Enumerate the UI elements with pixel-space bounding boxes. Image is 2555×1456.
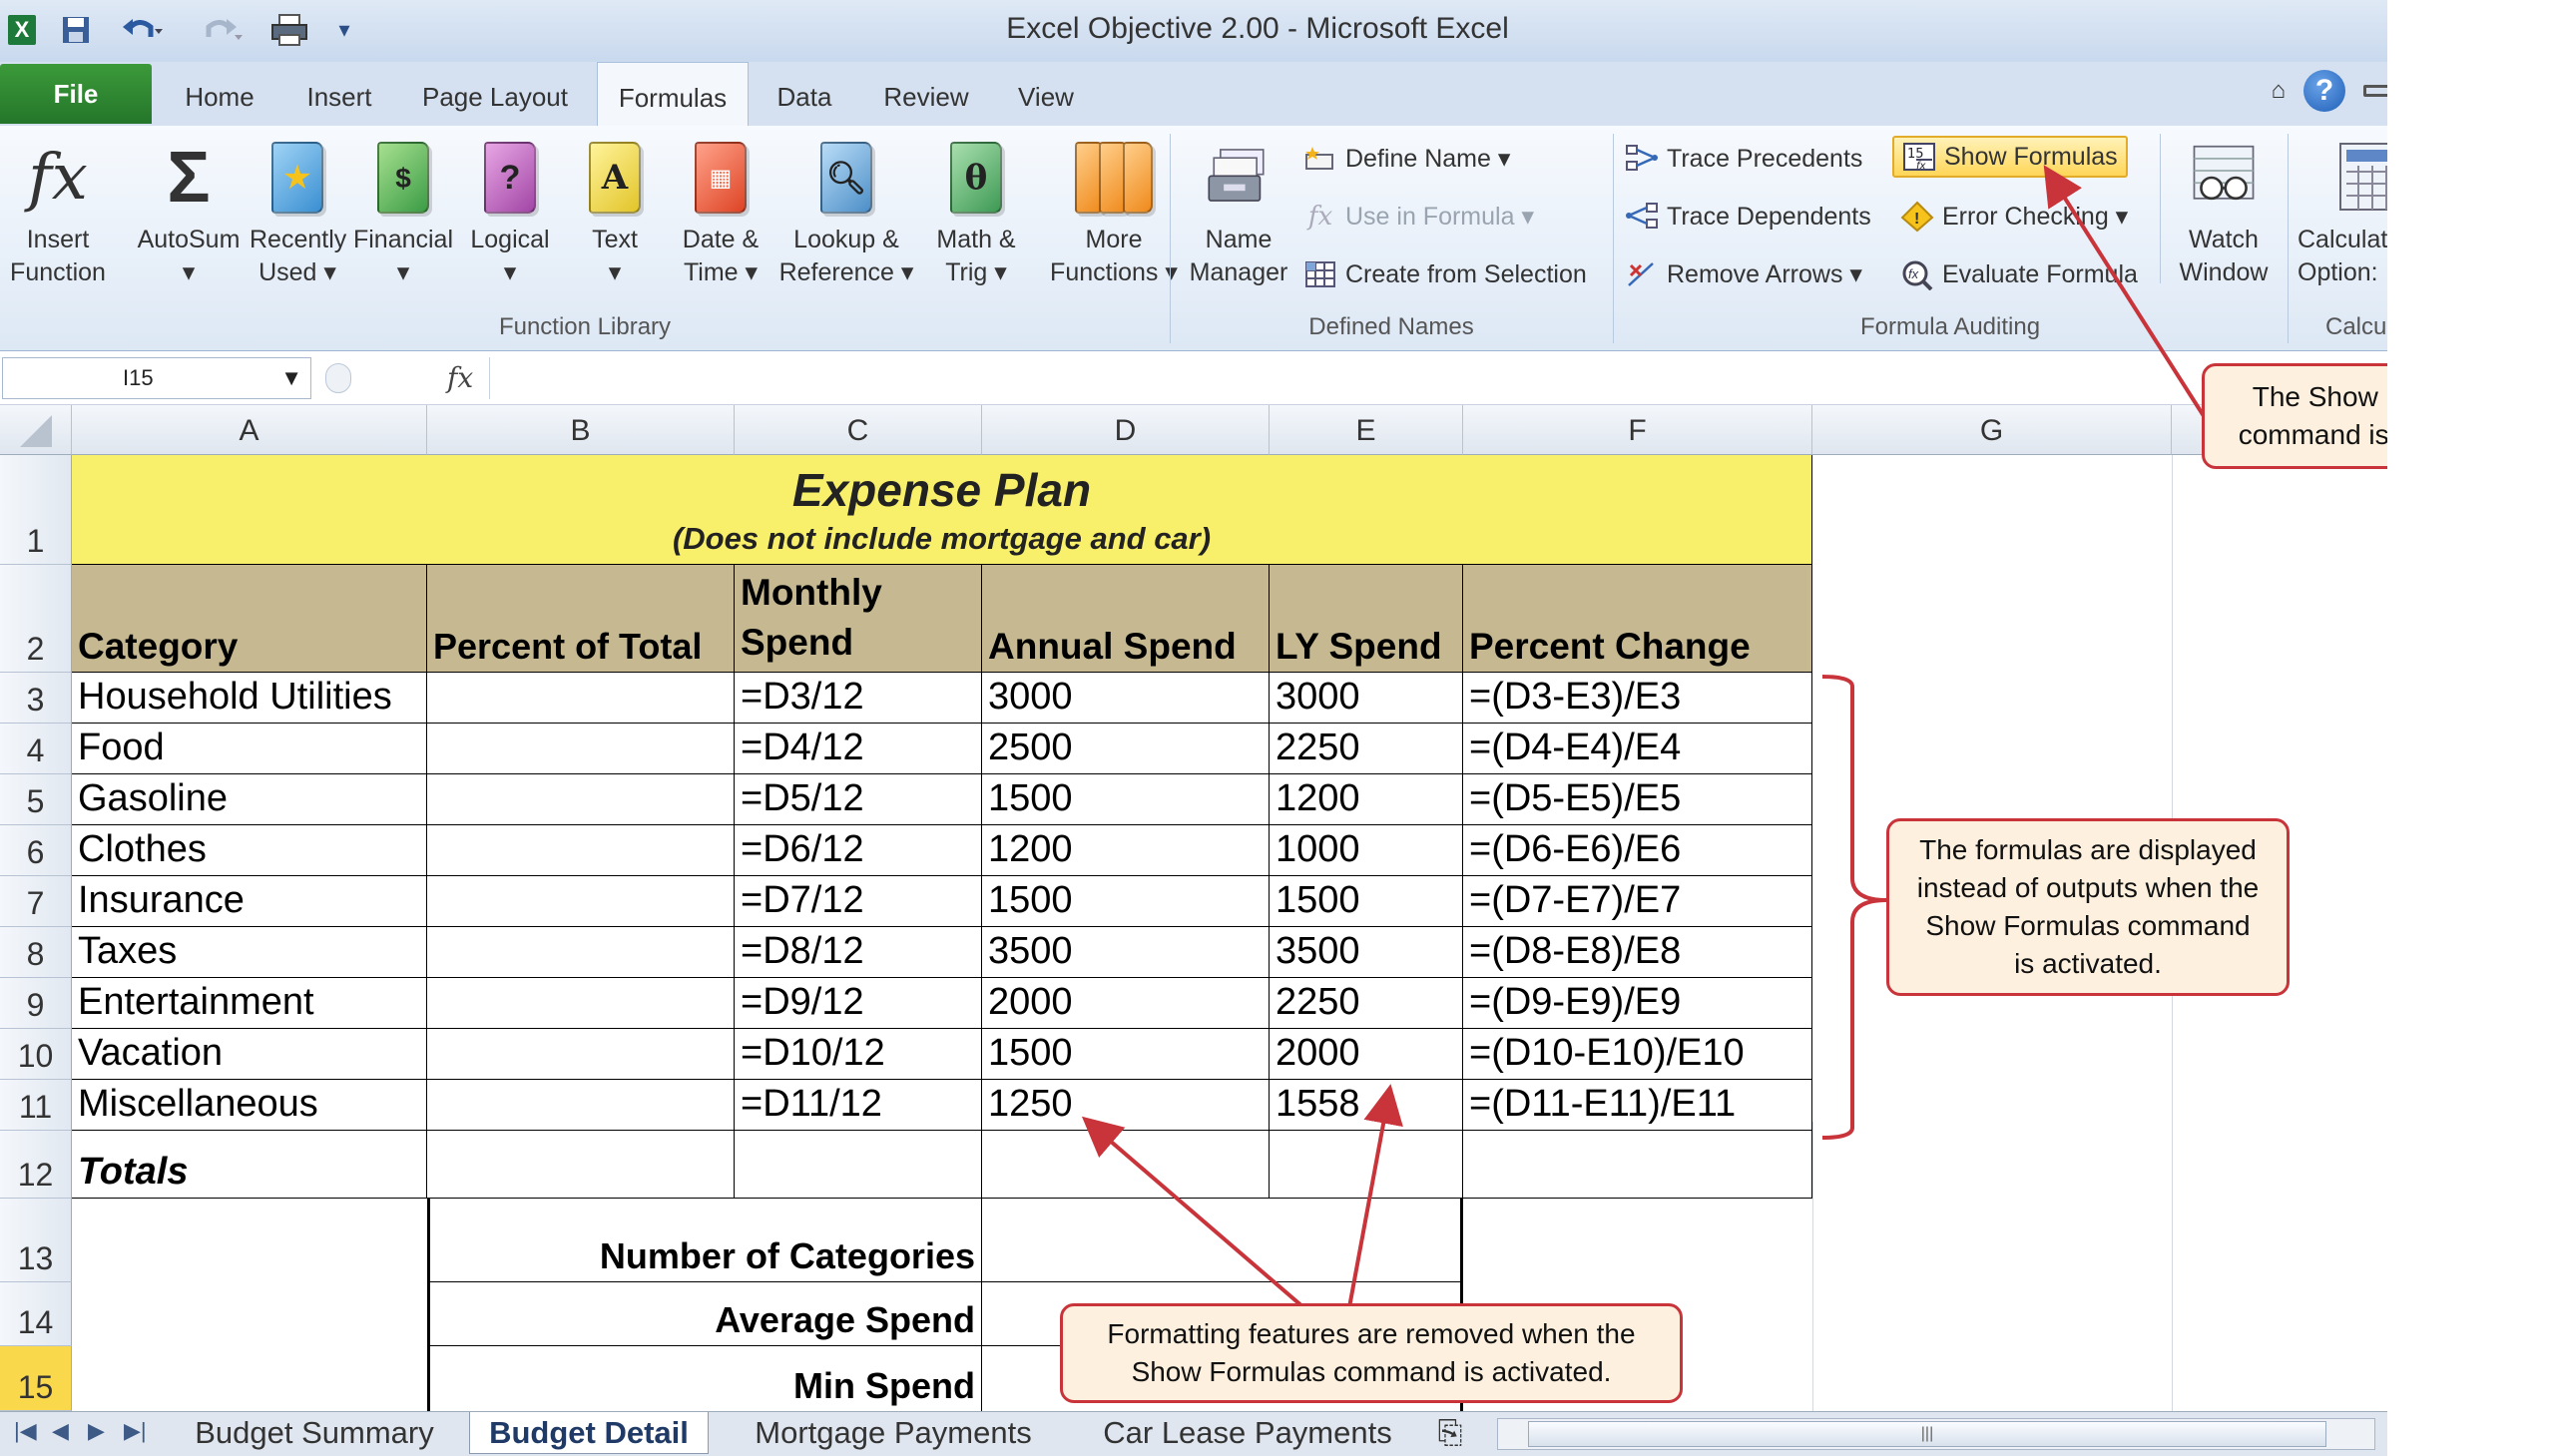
callout-formatting-removed: Formatting features are removed when the… xyxy=(1060,1303,1683,1403)
bracket-formulas xyxy=(1821,675,1887,1140)
callout-text: instead of outputs when the xyxy=(1916,872,2260,903)
callout-text: The Show Formulas xyxy=(2252,381,2387,412)
callout-text: command is activated. xyxy=(2238,419,2387,450)
arrow-show-formulas xyxy=(2043,165,2208,421)
callout-text: Show Formulas command is activated. xyxy=(1131,1356,1612,1387)
callout-text: Formatting features are removed when the xyxy=(1107,1318,1636,1349)
callout-text: Show Formulas command xyxy=(1925,910,2251,941)
callout-text: is activated. xyxy=(2014,948,2162,979)
callout-show-formulas: The Show Formulas command is activated. xyxy=(2202,363,2387,469)
callout-text: The formulas are displayed xyxy=(1919,834,2257,865)
arrow-ly-spend xyxy=(1347,1084,1403,1308)
excel-window: X ▾ Excel Objective 2.00 - Microsoft Exc… xyxy=(0,0,2387,1456)
arrow-annual-spend xyxy=(1081,1116,1305,1309)
callout-leaders xyxy=(1081,165,2208,1309)
callout-formulas-displayed: The formulas are displayed instead of ou… xyxy=(1886,818,2290,996)
